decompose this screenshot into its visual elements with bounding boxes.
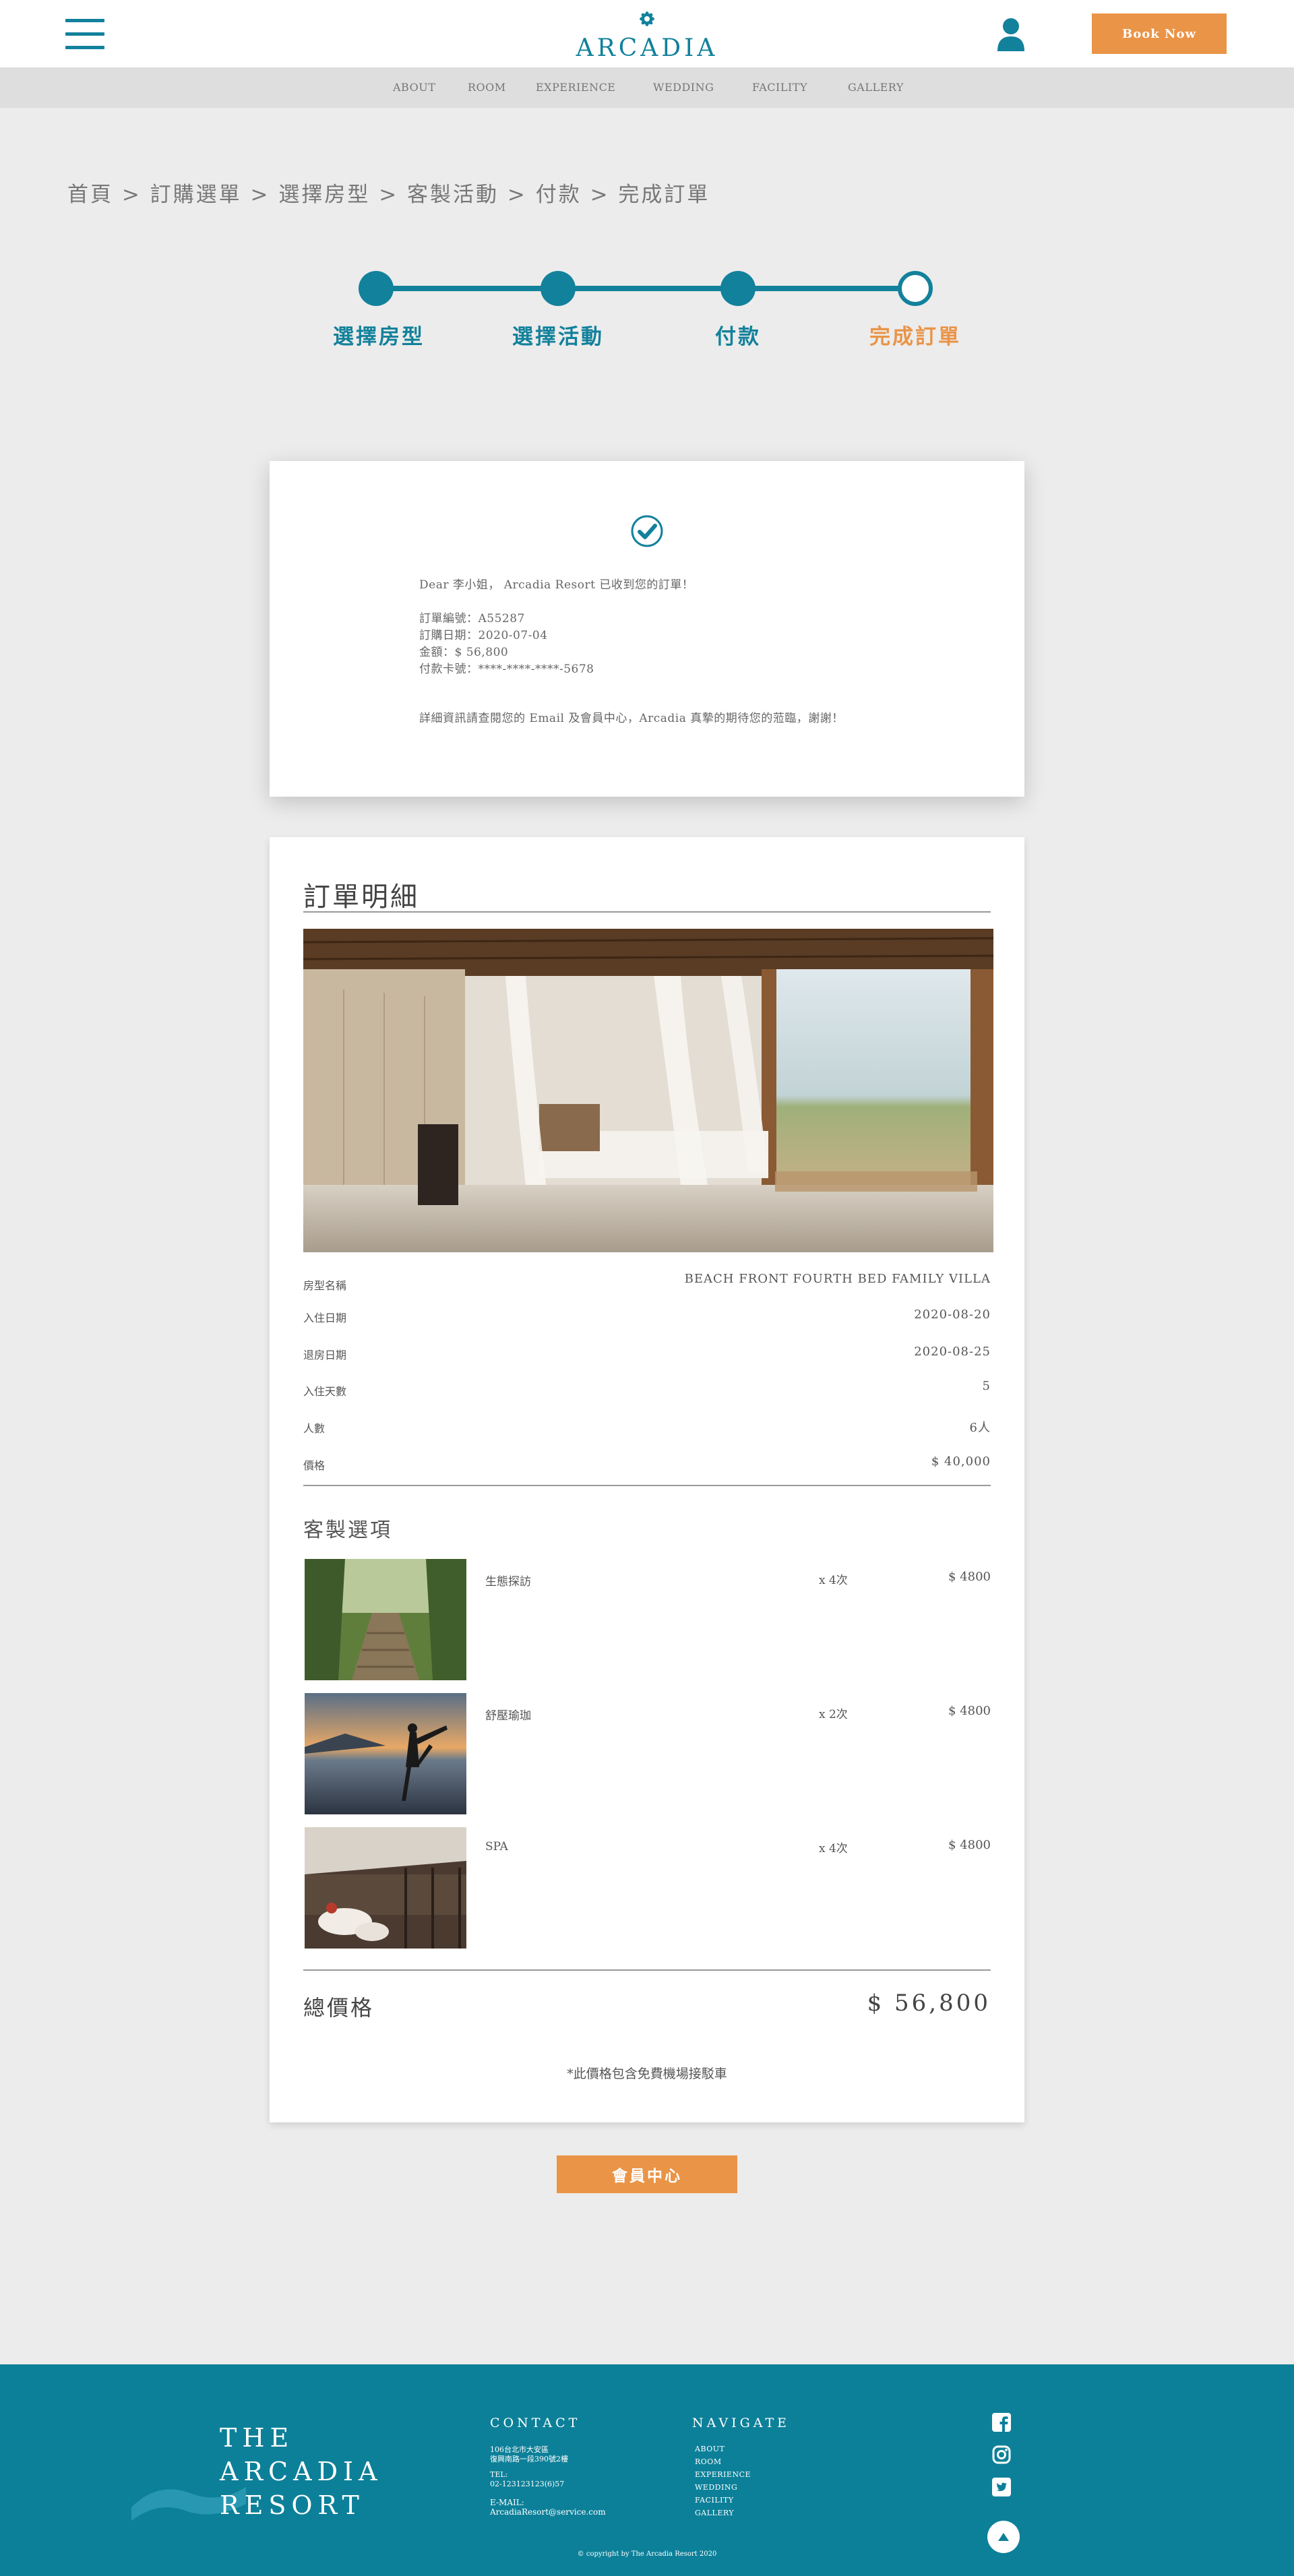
value-checkin: 2020-08-20 [914, 1308, 991, 1322]
site-logo[interactable]: ARCADIA [573, 5, 721, 63]
order-amount: 金額：$ 56,800 [419, 646, 509, 659]
instagram-icon[interactable] [992, 2445, 1011, 2464]
main-nav: ABOUT ROOM EXPERIENCE WEDDING FACILITY G… [0, 67, 1294, 108]
breadcrumb: 首頁 > 訂購選單 > 選擇房型 > 客製活動 > 付款 > 完成訂單 [67, 183, 710, 207]
email-label: E-MAIL: [490, 2498, 524, 2507]
option-name-eco-tour: 生態探訪 [485, 1575, 531, 1589]
step-label-activity: 選擇活動 [512, 325, 604, 349]
arrow-up-icon [998, 2533, 1009, 2541]
footer-nav-wedding[interactable]: WEDDING [695, 2481, 751, 2494]
facebook-icon[interactable] [992, 2413, 1011, 2432]
option-price-yoga: $ 4800 [948, 1704, 991, 1718]
label-price: 價格 [303, 1459, 326, 1472]
value-room-name: BEACH FRONT FOURTH BED FAMILY VILLA [684, 1272, 991, 1286]
step-dot-3 [720, 271, 756, 306]
footer-nav: ABOUT ROOM EXPERIENCE WEDDING FACILITY G… [695, 2443, 751, 2519]
room-photo [303, 929, 993, 1252]
confirmation-greeting: Dear 李小姐， Arcadia Resort 已收到您的訂單！ [419, 578, 694, 592]
nav-about[interactable]: ABOUT [393, 81, 435, 94]
option-qty-yoga: x 2次 [819, 1708, 848, 1721]
label-guests: 人數 [303, 1422, 326, 1435]
logo-flower-icon [640, 11, 654, 26]
value-price: $ 40,000 [931, 1454, 991, 1469]
member-center-button[interactable]: 會員中心 [557, 2155, 737, 2193]
value-nights: 5 [982, 1379, 991, 1393]
user-icon[interactable] [995, 18, 1026, 51]
back-to-top-button[interactable] [987, 2521, 1020, 2553]
step-dot-4 [898, 271, 933, 306]
step-dot-2 [541, 271, 576, 306]
option-name-yoga: 舒壓瑜珈 [485, 1709, 531, 1723]
confirmation-message: 詳細資訊請查閱您的 Email 及會員中心，Arcadia 真摯的期待您的蒞臨，… [419, 712, 844, 725]
tel-label: TEL: [490, 2470, 508, 2479]
tel-value[interactable]: 02-123123123(6)57 [490, 2480, 564, 2489]
footer-logo[interactable]: THE ARCADIA RESORT [220, 2421, 383, 2522]
divider [303, 1485, 991, 1486]
email-value[interactable]: ArcadiaResort@service.com [490, 2507, 606, 2517]
logo-text: ARCADIA [576, 34, 718, 62]
label-nights: 入住天數 [303, 1385, 347, 1398]
confirmation-card: Dear 李小姐， Arcadia Resort 已收到您的訂單！ 訂單編號：A… [270, 461, 1024, 797]
footer-nav-experience[interactable]: EXPERIENCE [695, 2468, 751, 2481]
step-label-complete: 完成訂單 [869, 325, 961, 349]
option-price-spa: $ 4800 [948, 1838, 991, 1852]
option-image-yoga [305, 1693, 466, 1814]
label-room-name: 房型名稱 [303, 1279, 347, 1292]
navigate-heading: NAVIGATE [692, 2416, 791, 2430]
address-line: 106台北市大安區 [490, 2445, 549, 2454]
order-date: 訂購日期：2020-07-04 [419, 629, 548, 642]
hamburger-icon[interactable] [65, 19, 104, 50]
footer-logo-line: THE [220, 2423, 295, 2453]
options-title: 客製選項 [303, 1519, 392, 1542]
price-note: *此價格包含免費機場接駁車 [567, 2066, 727, 2081]
card-number: 付款卡號：****-****-****-5678 [419, 663, 594, 676]
order-number: 訂單編號：A55287 [419, 612, 525, 625]
book-now-button[interactable]: Book Now [1092, 13, 1227, 54]
step-label-payment: 付款 [715, 325, 761, 349]
footer-nav-room[interactable]: ROOM [695, 2455, 751, 2468]
site-header: ARCADIA Book Now [0, 0, 1294, 67]
divider [303, 911, 991, 913]
option-image-spa [305, 1827, 466, 1949]
nav-experience[interactable]: EXPERIENCE [536, 81, 615, 94]
contact-address: 106台北市大安區 復興南路一段390號2樓 [490, 2445, 568, 2464]
copyright: © copyright by The Arcadia Resort 2020 [577, 2550, 717, 2558]
nav-wedding[interactable]: WEDDING [653, 81, 714, 94]
footer-nav-gallery[interactable]: GALLERY [695, 2507, 751, 2519]
contact-tel: TEL: 02-123123123(6)57 [490, 2470, 564, 2489]
progress-line [376, 286, 915, 291]
option-qty-eco-tour: x 4次 [819, 1574, 848, 1587]
label-checkout: 退房日期 [303, 1349, 347, 1361]
nav-room[interactable]: ROOM [468, 81, 506, 94]
footer-nav-about[interactable]: ABOUT [695, 2443, 751, 2455]
step-dot-1 [359, 271, 394, 306]
detail-title: 訂單明細 [303, 882, 419, 913]
nav-gallery[interactable]: GALLERY [848, 81, 904, 94]
nav-facility[interactable]: FACILITY [752, 81, 807, 94]
contact-heading: CONTACT [490, 2416, 581, 2430]
total-label: 總價格 [303, 1995, 375, 2021]
option-price-eco-tour: $ 4800 [948, 1570, 991, 1584]
twitter-icon[interactable] [992, 2478, 1011, 2496]
order-detail-card: 訂單明細 房型名稱 BEACH FRONT FOURTH BED FAMILY … [270, 837, 1024, 2122]
footer-nav-facility[interactable]: FACILITY [695, 2494, 751, 2507]
address-line: 復興南路一段390號2樓 [490, 2455, 568, 2463]
value-checkout: 2020-08-25 [914, 1345, 991, 1359]
option-qty-spa: x 4次 [819, 1842, 848, 1856]
contact-email: E-MAIL: ArcadiaResort@service.com [490, 2498, 606, 2517]
label-checkin: 入住日期 [303, 1312, 347, 1324]
footer-logo-line: RESORT [220, 2490, 365, 2520]
check-circle-icon [631, 515, 663, 547]
option-image-eco-tour [305, 1559, 466, 1680]
step-label-room: 選擇房型 [333, 325, 425, 349]
value-guests: 6人 [969, 1421, 991, 1435]
footer-logo-line: ARCADIA [220, 2457, 383, 2486]
option-name-spa: SPA [485, 1840, 508, 1853]
divider [303, 1969, 991, 1971]
site-footer: THE ARCADIA RESORT CONTACT 106台北市大安區 復興南… [0, 2364, 1294, 2576]
total-value: $ 56,800 [867, 1990, 991, 2017]
